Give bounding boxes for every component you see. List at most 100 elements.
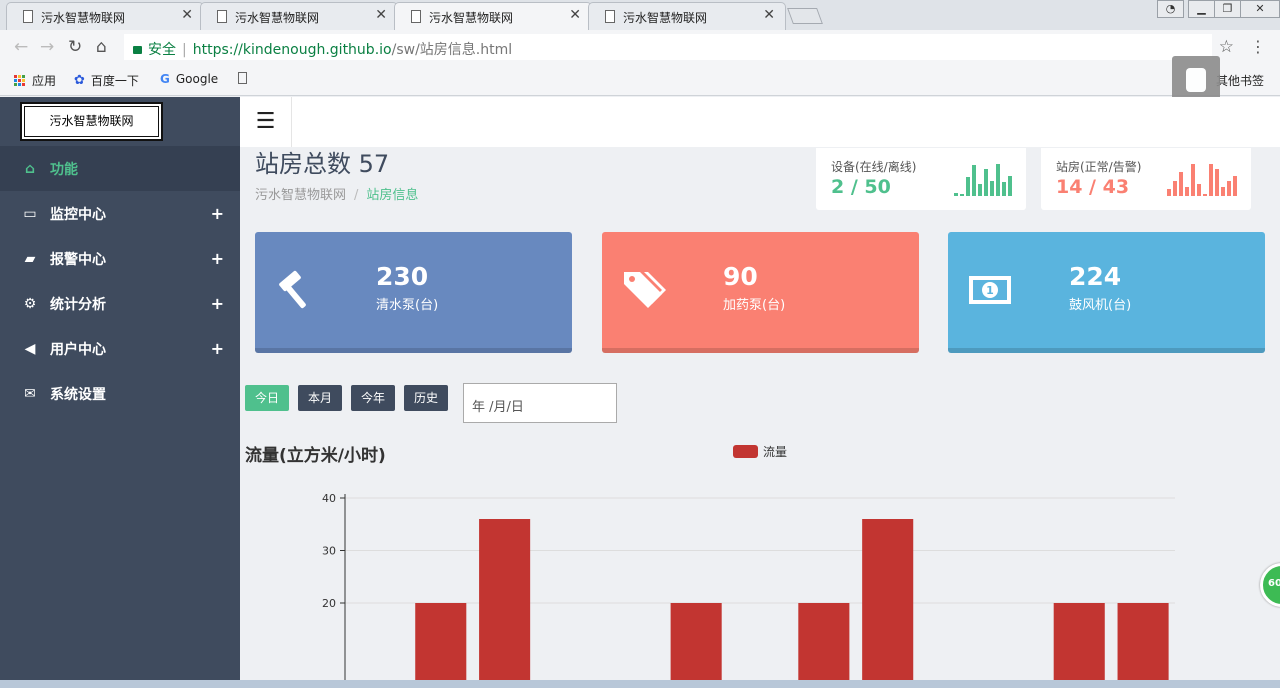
filter-year-button[interactable]: 今年 (351, 385, 396, 411)
browser-tab-active[interactable]: 污水智慧物联网 ✕ (394, 2, 592, 30)
bookmark-blank[interactable] (238, 72, 247, 84)
apps-grid-icon (14, 74, 26, 87)
sidebar-item-1[interactable]: ▭ 监控中心 + (0, 191, 240, 236)
browser-menu-icon[interactable]: ⋮ (1250, 37, 1266, 56)
sidebar-item-3[interactable]: ⚙ 统计分析 + (0, 281, 240, 326)
bullhorn-icon: ◀ (24, 340, 36, 357)
sparkline-bar (990, 181, 994, 196)
browser-tab[interactable]: 污水智慧物联网 ✕ (6, 2, 204, 30)
sidebar-item-label: 功能 (50, 161, 78, 178)
sparkline-bar (954, 193, 958, 196)
maximize-button[interactable]: ❐ (1214, 0, 1241, 18)
flow-bar[interactable] (798, 603, 850, 682)
browser-tab[interactable]: 污水智慧物联网 ✕ (200, 2, 398, 30)
expand-plus-icon[interactable]: + (211, 249, 224, 268)
bookmark-baidu[interactable]: ✿ 百度一下 (74, 72, 139, 89)
dosing-pump-card[interactable]: 90 加药泵(台) (602, 232, 919, 353)
cogs-icon: ⚙ (23, 295, 37, 312)
new-tab-button[interactable] (787, 8, 823, 24)
browser-tab[interactable]: 污水智慧物联网 ✕ (588, 2, 786, 30)
user-icon[interactable]: ◔ (1157, 0, 1184, 18)
clear-water-pump-card[interactable]: 230 清水泵(台) (255, 232, 572, 353)
back-icon[interactable]: ← (14, 37, 28, 57)
sidebar-item-0[interactable]: ⌂ 功能 (0, 146, 240, 191)
sparkline-bar (1215, 169, 1219, 196)
bookmark-apps[interactable]: 应用 (14, 72, 56, 89)
sidebar-item-label: 报警中心 (50, 251, 106, 268)
chart-legend[interactable]: 流量 (733, 443, 787, 460)
sparkline-bar (1227, 181, 1231, 196)
blower-card[interactable]: 1 224 鼓风机(台) (948, 232, 1265, 353)
bookmark-star-icon[interactable]: ☆ (1219, 37, 1234, 57)
baidu-paw-icon: ✿ (74, 73, 85, 88)
bookmark-google[interactable]: G Google (160, 72, 218, 86)
card-value: 224 (1069, 262, 1122, 291)
tags-icon (622, 268, 666, 312)
chat-badge[interactable]: 60 (1260, 563, 1280, 607)
station-status-value: 14 / 43 (1056, 176, 1130, 198)
laptop-icon: ▭ (23, 205, 37, 222)
reload-icon[interactable]: ↻ (68, 37, 82, 57)
close-icon[interactable]: ✕ (181, 7, 193, 23)
url-host: https://kindenough.github.io (192, 42, 392, 58)
url-input[interactable]: 安全 | https://kindenough.github.io/sw/站房信息.… (124, 34, 1212, 60)
flow-bar[interactable] (670, 603, 722, 682)
flow-bar[interactable] (479, 519, 531, 682)
bookmarks-bar: 应用 ✿ 百度一下 G Google 其他书签 (0, 64, 1280, 96)
filter-history-button[interactable]: 历史 (404, 385, 449, 411)
sparkline-bar (1221, 187, 1225, 196)
expand-plus-icon[interactable]: + (211, 339, 224, 358)
browser-tab-title: 污水智慧物联网 (41, 11, 126, 25)
security-label: 安全 (148, 42, 176, 58)
chart-title: 流量(立方米/小时) (245, 446, 386, 466)
card-label: 加药泵(台) (723, 298, 786, 313)
sparkline-bar (966, 177, 970, 196)
sidebar: 污水智慧物联网 ⌂ 功能 ▭ 监控中心 + ▰ 报警中心 + ⚙ 统计分析 + ◀ 用户中心 + ✉ 系统设置 (0, 97, 240, 688)
browser-tab-strip: 污水智慧物联网 ✕ 污水智慧物联网 ✕ 污水智慧物联网 ✕ 污水智慧物联网 ✕ … (0, 0, 1280, 30)
page-title: 站房总数 57 (255, 150, 390, 178)
home-icon[interactable]: ⌂ (96, 37, 107, 57)
sidebar-item-2[interactable]: ▰ 报警中心 + (0, 236, 240, 281)
y-tick-label: 40 (322, 492, 336, 505)
y-tick-label: 20 (322, 597, 336, 610)
y-tick-label: 30 (322, 545, 336, 558)
google-icon: G (160, 72, 170, 86)
forward-icon[interactable]: → (40, 37, 54, 57)
sparkline-bar (1191, 164, 1195, 196)
breadcrumb-root[interactable]: 污水智慧物联网 (255, 188, 346, 203)
flow-bar[interactable] (1117, 603, 1169, 682)
page-icon (605, 10, 615, 23)
flow-bar[interactable] (862, 519, 914, 682)
close-icon[interactable]: ✕ (569, 7, 581, 23)
home-icon: ⌂ (24, 160, 36, 177)
os-taskbar (0, 680, 1280, 688)
expand-plus-icon[interactable]: + (211, 294, 224, 313)
bookmark-label: Google (175, 72, 219, 86)
expand-plus-icon[interactable]: + (211, 204, 224, 223)
bookmark-label: 应用 (32, 74, 57, 88)
sparkline-bar (1008, 176, 1012, 196)
legend-swatch (733, 445, 758, 458)
close-icon[interactable]: ✕ (763, 7, 775, 23)
sparkline-bar (1167, 189, 1171, 196)
other-bookmarks[interactable]: 其他书签 (1216, 72, 1264, 89)
card-value: 230 (376, 262, 429, 291)
breadcrumb-current: 站房信息 (366, 188, 419, 203)
url-path: /sw/站房信息.html (391, 42, 513, 58)
flow-bar[interactable] (1053, 603, 1105, 682)
minimize-button[interactable]: ▁ (1188, 0, 1215, 18)
close-window-button[interactable]: ✕ (1240, 0, 1280, 18)
filter-today-button[interactable]: 今日 (245, 385, 290, 411)
sidebar-item-4[interactable]: ◀ 用户中心 + (0, 326, 240, 371)
sparkline-bar (1185, 187, 1189, 196)
sidebar-item-label: 监控中心 (50, 206, 106, 223)
filter-month-button[interactable]: 本月 (298, 385, 343, 411)
hamburger-menu-icon[interactable]: ☰ (240, 97, 292, 147)
date-input[interactable]: 年 /月/日 (463, 383, 617, 423)
window-controls: ◔ ▁ ❐ ✕ (1157, 0, 1280, 18)
close-icon[interactable]: ✕ (375, 7, 387, 23)
flow-bar[interactable] (415, 603, 467, 682)
card-value: 90 (723, 262, 758, 291)
sidebar-item-5[interactable]: ✉ 系统设置 (0, 371, 240, 416)
logo[interactable]: 污水智慧物联网 (20, 102, 163, 141)
